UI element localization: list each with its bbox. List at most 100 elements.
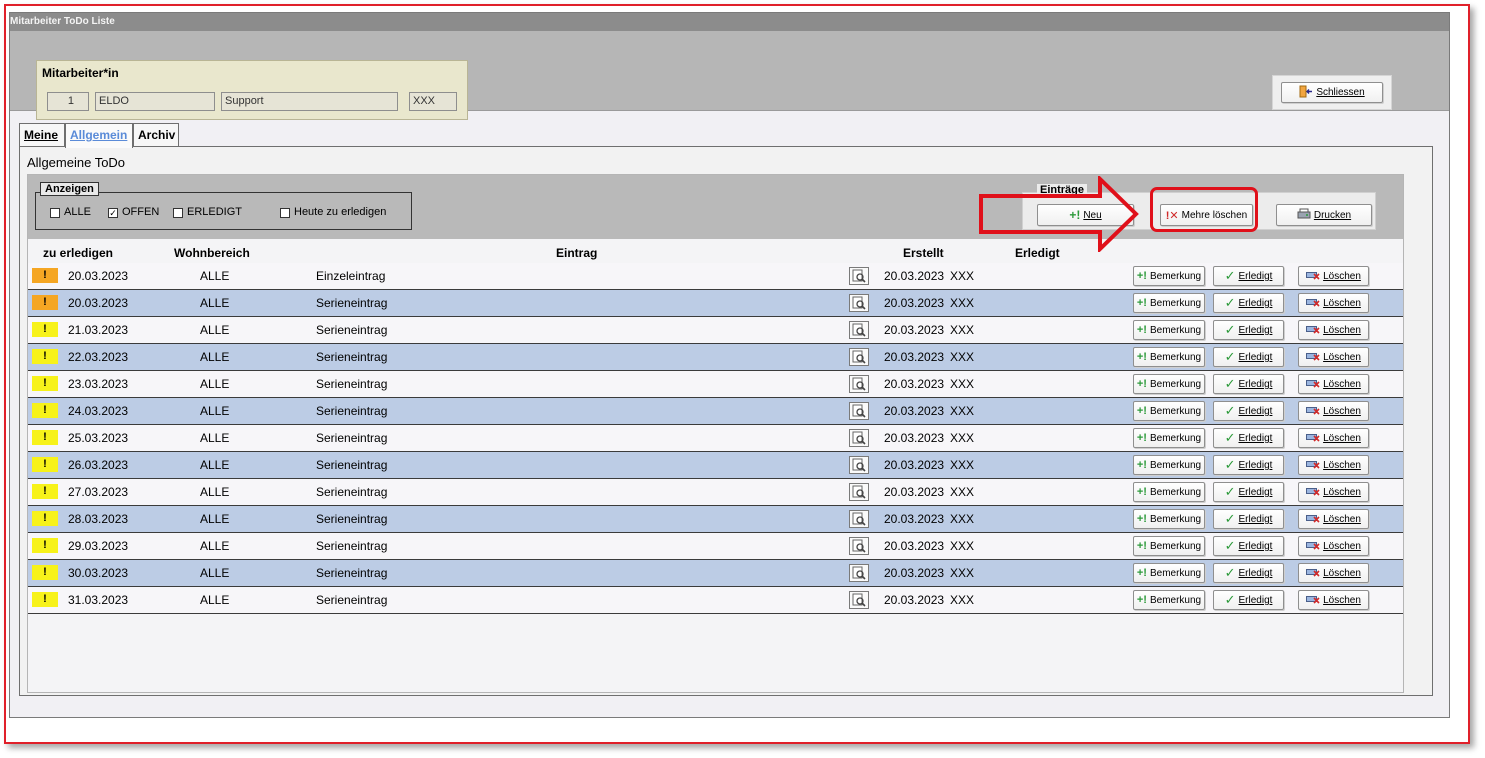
delete-label: Löschen <box>1323 324 1361 336</box>
mark-done-button[interactable]: ✓ Erledigt <box>1213 374 1284 394</box>
mark-done-button[interactable]: ✓ Erledigt <box>1213 509 1284 529</box>
tab-allgemein[interactable]: Allgemein <box>65 123 133 148</box>
table-row[interactable]: ! 22.03.2023 ALLE Serieneintrag 20.03.20… <box>28 344 1403 371</box>
add-remark-icon: +! <box>1136 351 1147 363</box>
close-button-frame: Schliessen <box>1272 75 1392 110</box>
delete-button[interactable]: Löschen <box>1298 320 1369 340</box>
delete-button[interactable]: Löschen <box>1298 509 1369 529</box>
table-row[interactable]: ! 21.03.2023 ALLE Serieneintrag 20.03.20… <box>28 317 1403 344</box>
mark-done-button[interactable]: ✓ Erledigt <box>1213 455 1284 475</box>
view-details-button[interactable] <box>849 591 869 609</box>
mark-done-button[interactable]: ✓ Erledigt <box>1213 266 1284 286</box>
col-due[interactable]: zu erledigen <box>43 246 113 260</box>
table-row[interactable]: ! 23.03.2023 ALLE Serieneintrag 20.03.20… <box>28 371 1403 398</box>
tab-meine[interactable]: Meine <box>19 123 65 147</box>
delete-button[interactable]: Löschen <box>1298 401 1369 421</box>
view-details-button[interactable] <box>849 375 869 393</box>
delete-button[interactable]: Löschen <box>1298 536 1369 556</box>
table-row[interactable]: ! 28.03.2023 ALLE Serieneintrag 20.03.20… <box>28 506 1403 533</box>
add-remark-icon: +! <box>1136 513 1147 525</box>
col-created[interactable]: Erstellt <box>903 246 944 260</box>
checkbox-alle[interactable] <box>50 208 60 218</box>
check-icon: ✓ <box>1224 511 1236 526</box>
remark-button[interactable]: +! Bemerkung <box>1133 590 1205 610</box>
delete-button[interactable]: Löschen <box>1298 428 1369 448</box>
mark-done-button[interactable]: ✓ Erledigt <box>1213 428 1284 448</box>
created-by: XXX <box>950 377 975 391</box>
add-remark-icon: +! <box>1136 459 1147 471</box>
table-row[interactable]: ! 26.03.2023 ALLE Serieneintrag 20.03.20… <box>28 452 1403 479</box>
mark-done-button[interactable]: ✓ Erledigt <box>1213 590 1284 610</box>
remark-button[interactable]: +! Bemerkung <box>1133 428 1205 448</box>
delete-button[interactable]: Löschen <box>1298 374 1369 394</box>
table-row[interactable]: ! 27.03.2023 ALLE Serieneintrag 20.03.20… <box>28 479 1403 506</box>
close-button[interactable]: Schliessen <box>1281 82 1383 103</box>
delete-icon <box>1306 351 1320 364</box>
view-details-button[interactable] <box>849 321 869 339</box>
checkbox-heute[interactable] <box>280 208 290 218</box>
delete-label: Löschen <box>1323 459 1361 471</box>
delete-button[interactable]: Löschen <box>1298 590 1369 610</box>
filter-heute[interactable]: Heute zu erledigen <box>280 206 386 218</box>
table-row[interactable]: ! 31.03.2023 ALLE Serieneintrag 20.03.20… <box>28 587 1403 614</box>
remark-button[interactable]: +! Bemerkung <box>1133 482 1205 502</box>
table-row[interactable]: ! 24.03.2023 ALLE Serieneintrag 20.03.20… <box>28 398 1403 425</box>
remark-button[interactable]: +! Bemerkung <box>1133 509 1205 529</box>
delete-button[interactable]: Löschen <box>1298 455 1369 475</box>
view-details-button[interactable] <box>849 564 869 582</box>
remark-label: Bemerkung <box>1149 351 1202 363</box>
view-details-button[interactable] <box>849 483 869 501</box>
mark-done-button[interactable]: ✓ Erledigt <box>1213 320 1284 340</box>
delete-button[interactable]: Löschen <box>1298 563 1369 583</box>
delete-button[interactable]: Löschen <box>1298 347 1369 367</box>
remark-button[interactable]: +! Bemerkung <box>1133 563 1205 583</box>
col-area[interactable]: Wohnbereich <box>174 246 250 260</box>
view-details-button[interactable] <box>849 537 869 555</box>
mark-done-button[interactable]: ✓ Erledigt <box>1213 293 1284 313</box>
view-details-button[interactable] <box>849 510 869 528</box>
remark-button[interactable]: +! Bemerkung <box>1133 293 1205 313</box>
mark-done-button[interactable]: ✓ Erledigt <box>1213 563 1284 583</box>
view-details-button[interactable] <box>849 267 869 285</box>
mark-done-button[interactable]: ✓ Erledigt <box>1213 536 1284 556</box>
checkbox-erledigt[interactable] <box>173 208 183 218</box>
table-row[interactable]: ! 20.03.2023 ALLE Einzeleintrag 20.03.20… <box>28 263 1403 290</box>
priority-marker: ! <box>32 376 58 391</box>
filter-heute-label: Heute zu erledigen <box>294 206 387 218</box>
view-details-button[interactable] <box>849 402 869 420</box>
add-remark-icon: +! <box>1136 567 1147 579</box>
magnifier-icon <box>852 512 866 526</box>
remark-button[interactable]: +! Bemerkung <box>1133 320 1205 340</box>
delete-button[interactable]: Löschen <box>1298 293 1369 313</box>
view-details-button[interactable] <box>849 429 869 447</box>
mark-done-button[interactable]: ✓ Erledigt <box>1213 347 1284 367</box>
delete-button[interactable]: Löschen <box>1298 266 1369 286</box>
remark-button[interactable]: +! Bemerkung <box>1133 374 1205 394</box>
mark-done-button[interactable]: ✓ Erledigt <box>1213 482 1284 502</box>
view-details-button[interactable] <box>849 456 869 474</box>
table-row[interactable]: ! 29.03.2023 ALLE Serieneintrag 20.03.20… <box>28 533 1403 560</box>
mark-done-button[interactable]: ✓ Erledigt <box>1213 401 1284 421</box>
remark-button[interactable]: +! Bemerkung <box>1133 401 1205 421</box>
delete-button[interactable]: Löschen <box>1298 482 1369 502</box>
col-entry[interactable]: Eintrag <box>556 246 597 260</box>
table-row[interactable]: ! 30.03.2023 ALLE Serieneintrag 20.03.20… <box>28 560 1403 587</box>
filter-alle[interactable]: ALLE <box>50 206 91 218</box>
remark-button[interactable]: +! Bemerkung <box>1133 347 1205 367</box>
filter-erledigt[interactable]: ERLEDIGT <box>173 206 242 218</box>
remark-button[interactable]: +! Bemerkung <box>1133 536 1205 556</box>
table-row[interactable]: ! 20.03.2023 ALLE Serieneintrag 20.03.20… <box>28 290 1403 317</box>
filter-offen[interactable]: ✓ OFFEN <box>108 206 159 218</box>
delete-label: Löschen <box>1323 405 1361 417</box>
print-button[interactable]: Drucken <box>1276 204 1372 226</box>
annotation-highlight-box <box>1150 187 1258 232</box>
table-row[interactable]: ! 25.03.2023 ALLE Serieneintrag 20.03.20… <box>28 425 1403 452</box>
view-details-button[interactable] <box>849 348 869 366</box>
tab-archiv[interactable]: Archiv <box>133 123 179 147</box>
employee-id-field: 1 <box>47 92 89 111</box>
view-details-button[interactable] <box>849 294 869 312</box>
magnifier-icon <box>852 539 866 553</box>
checkbox-offen[interactable]: ✓ <box>108 208 118 218</box>
remark-button[interactable]: +! Bemerkung <box>1133 266 1205 286</box>
remark-button[interactable]: +! Bemerkung <box>1133 455 1205 475</box>
